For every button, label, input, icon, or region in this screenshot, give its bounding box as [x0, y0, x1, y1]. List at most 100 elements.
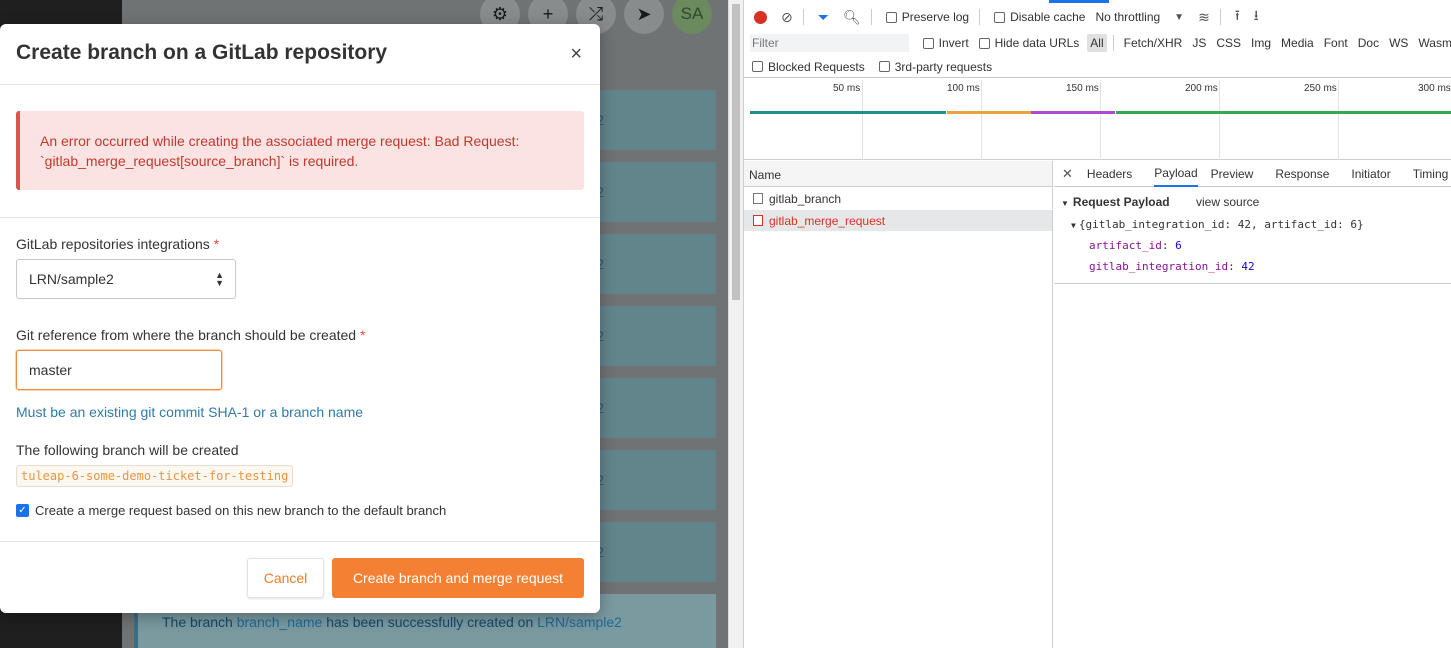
filter-bar-extra: Blocked Requests 3rd-party requests: [744, 56, 1451, 78]
type-filter-doc[interactable]: Doc: [1358, 36, 1379, 50]
record-icon[interactable]: [754, 10, 767, 24]
request-detail-tabs: ✕ Headers Payload Preview Response Initi…: [1054, 161, 1451, 187]
branch-name-code: tuleap-6-some-demo-ticket-for-testing: [16, 465, 294, 487]
cancel-button[interactable]: Cancel: [247, 558, 324, 598]
network-conditions-icon[interactable]: ≋: [1198, 9, 1210, 26]
document-icon: [753, 193, 763, 204]
divider: [1219, 9, 1221, 25]
merge-request-checkbox-label[interactable]: Create a merge request based on this new…: [35, 503, 446, 518]
preserve-log-label[interactable]: Preserve log: [902, 10, 969, 24]
timeline-tick-label: 100 ms: [947, 83, 980, 94]
integration-select-value: LRN/sample2: [29, 271, 114, 287]
payload-key: gitlab_integration_id: [1089, 260, 1229, 273]
filter-icon[interactable]: ⏷: [818, 9, 829, 26]
payload-key: artifact_id: [1089, 239, 1162, 252]
request-name: gitlab_branch: [769, 191, 842, 206]
hide-data-urls-label[interactable]: Hide data URLs: [995, 36, 1080, 50]
chevron-down-icon[interactable]: ▼: [1174, 12, 1184, 23]
network-overview-timeline[interactable]: 50 ms 100 ms 150 ms 200 ms 250 ms 300 ms: [744, 80, 1451, 160]
preserve-log-checkbox[interactable]: [885, 11, 897, 23]
divider: [870, 9, 872, 25]
tab-initiator[interactable]: Initiator: [1351, 161, 1390, 187]
timeline-tick-label: 200 ms: [1185, 83, 1218, 94]
required-mark: *: [359, 327, 366, 343]
tab-timing[interactable]: Timing: [1413, 161, 1449, 187]
scrollbar-thumb[interactable]: [732, 4, 740, 300]
third-party-label[interactable]: 3rd-party requests: [895, 60, 992, 74]
git-reference-input[interactable]: master: [16, 350, 222, 390]
collapse-triangle-icon[interactable]: ▼: [1061, 199, 1069, 208]
type-filter-media[interactable]: Media: [1281, 36, 1314, 50]
waterfall-bar: [1116, 111, 1451, 114]
close-icon[interactable]: ×: [570, 44, 582, 64]
repo-link[interactable]: LRN/sample2: [537, 614, 622, 630]
tab-payload[interactable]: Payload: [1154, 161, 1198, 187]
type-filter-fetch-xhr[interactable]: Fetch/XHR: [1124, 36, 1183, 50]
invert-label[interactable]: Invert: [939, 36, 969, 50]
required-mark: *: [213, 236, 220, 252]
modal-title: Create branch on a GitLab repository: [16, 41, 388, 64]
request-list-empty-area: [744, 231, 1053, 648]
integrations-label: GitLab repositories integrations *: [16, 236, 220, 252]
select-arrows-icon: ▲ ▼: [215, 270, 224, 288]
tab-preview[interactable]: Preview: [1211, 161, 1254, 187]
disable-cache-checkbox[interactable]: [994, 11, 1006, 23]
type-filter-ws[interactable]: WS: [1389, 36, 1408, 50]
blocked-requests-label[interactable]: Blocked Requests: [768, 60, 865, 74]
payload-field: gitlab_integration_id: 42: [1089, 260, 1255, 273]
waterfall-bar: [750, 111, 946, 114]
import-har-icon[interactable]: ⭱: [1235, 5, 1240, 29]
network-toolbar: ⊘ ⏷ 🔍︎ Preserve log Disable cache No thr…: [744, 4, 1451, 30]
hide-data-urls-checkbox[interactable]: [978, 37, 990, 49]
disable-cache-label[interactable]: Disable cache: [1010, 10, 1085, 24]
timeline-tick-label: 300 ms: [1418, 83, 1451, 94]
throttling-select[interactable]: No throttling: [1095, 10, 1160, 24]
export-har-icon[interactable]: ⭳: [1254, 5, 1259, 29]
type-filter-css[interactable]: CSS: [1216, 36, 1241, 50]
search-icon[interactable]: 🔍︎: [843, 9, 861, 26]
blocked-requests-checkbox[interactable]: [752, 61, 763, 72]
payload-value: 6: [1175, 239, 1182, 252]
timeline-tick: 150 ms: [1066, 80, 1101, 160]
waterfall-bar: [1031, 111, 1115, 114]
type-filter-wasm[interactable]: Wasm: [1418, 36, 1451, 50]
divider: [0, 217, 600, 218]
tab-headers[interactable]: Headers: [1087, 161, 1132, 187]
type-filter-font[interactable]: Font: [1324, 36, 1348, 50]
page-scrollbar[interactable]: [728, 0, 743, 648]
name-column-header[interactable]: Name: [744, 161, 1053, 187]
merge-request-checkbox[interactable]: ✓: [16, 504, 29, 517]
filter-bar: Filter Invert Hide data URLs All Fetch/X…: [744, 30, 1451, 56]
request-row[interactable]: gitlab_branch: [744, 188, 1053, 209]
error-alert: An error occurred while creating the ass…: [16, 111, 584, 190]
request-payload-header[interactable]: ▼ Request Payload: [1061, 195, 1170, 209]
create-branch-button[interactable]: Create branch and merge request: [332, 558, 584, 598]
type-filter-all[interactable]: All: [1087, 34, 1107, 52]
third-party-checkbox[interactable]: [878, 61, 890, 72]
app-background: ⚙ + ⤮ ➤ SA le2 e2 le2 e2 e2 e2 e2 The br…: [0, 0, 728, 648]
branch-link[interactable]: branch_name: [237, 614, 323, 630]
filter-input[interactable]: Filter: [750, 34, 909, 52]
divider: [802, 9, 804, 25]
payload-section: ▼ Request Payload view source ▼ {gitlab_in…: [1054, 188, 1451, 284]
tab-response[interactable]: Response: [1275, 161, 1329, 187]
type-filter-js[interactable]: JS: [1192, 36, 1206, 50]
timeline-tick-label: 250 ms: [1304, 83, 1337, 94]
invert-checkbox[interactable]: [922, 37, 934, 49]
expand-triangle-icon[interactable]: ▼: [1071, 221, 1076, 230]
payload-field: artifact_id: 6: [1089, 239, 1182, 252]
divider: [0, 541, 600, 542]
type-filter-img[interactable]: Img: [1251, 36, 1271, 50]
flash-success-text: The branch branch_name has been successf…: [162, 614, 622, 630]
view-source-link[interactable]: view source: [1196, 195, 1259, 209]
close-icon[interactable]: ✕: [1062, 166, 1073, 182]
payload-object[interactable]: ▼ {gitlab_integration_id: 42, artifact_id…: [1071, 218, 1364, 231]
request-row-selected[interactable]: gitlab_merge_request: [744, 210, 1053, 231]
integration-select[interactable]: LRN/sample2 ▲ ▼: [16, 259, 236, 299]
modal-header: Create branch on a GitLab repository ×: [0, 24, 600, 85]
ref-help-text: Must be an existing git commit SHA-1 or …: [16, 404, 364, 420]
devtools-network-panel: ⊘ ⏷ 🔍︎ Preserve log Disable cache No thr…: [743, 0, 1451, 648]
filter-placeholder: Filter: [752, 36, 779, 50]
clear-icon[interactable]: ⊘: [781, 9, 793, 26]
branch-label: The following branch will be created: [16, 442, 239, 458]
